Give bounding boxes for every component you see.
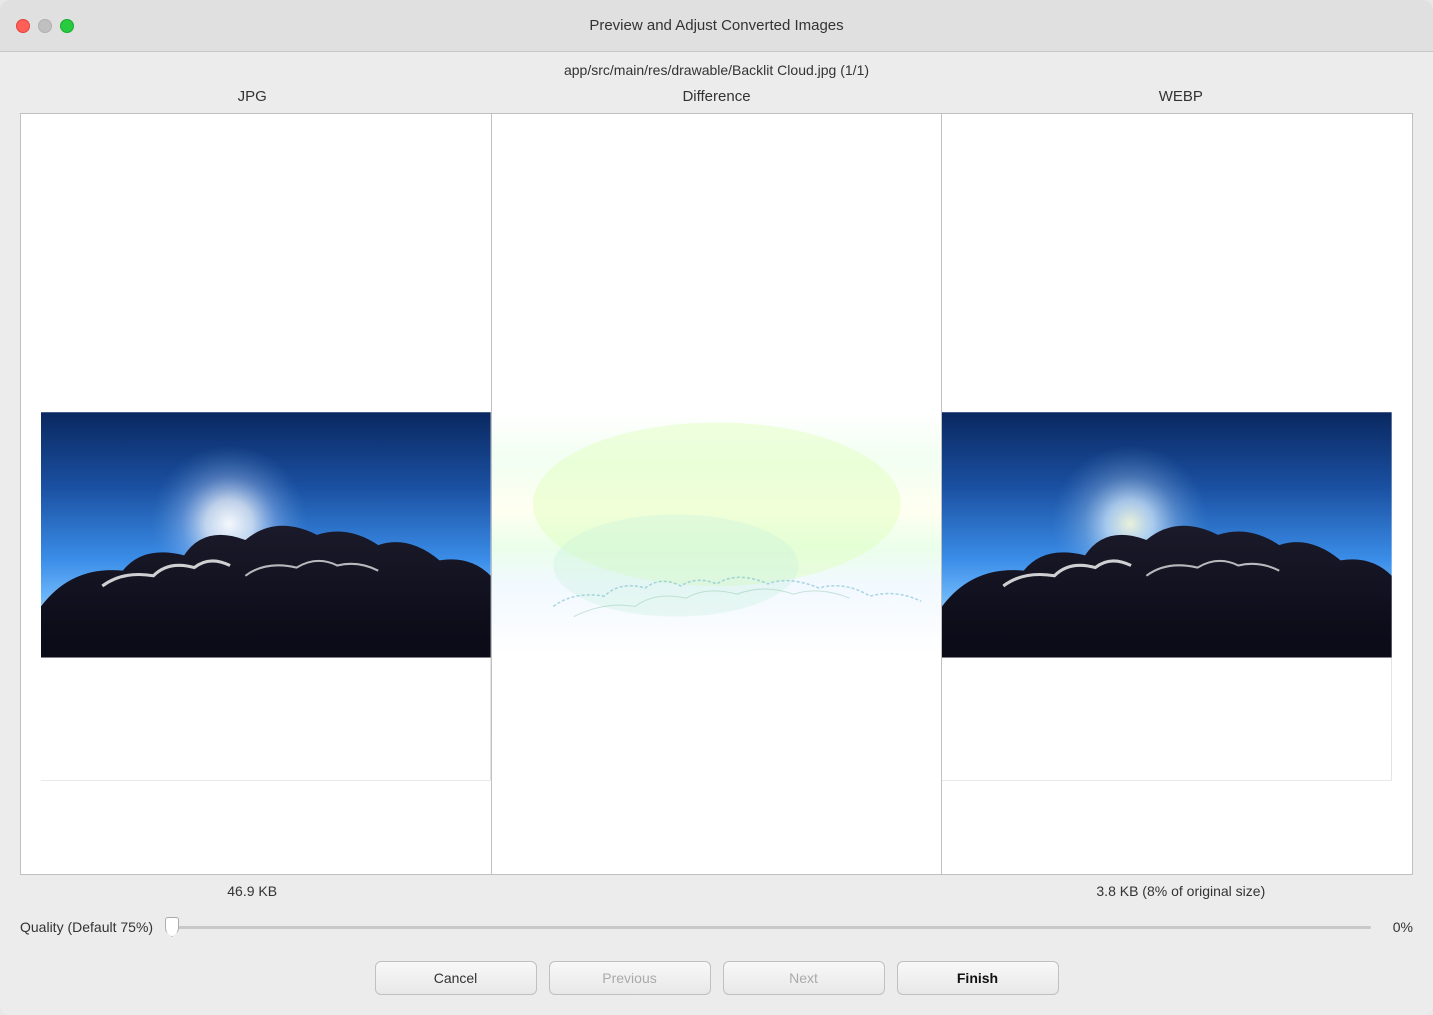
- quality-percent: 0%: [1383, 919, 1413, 935]
- preview-area: [20, 113, 1413, 875]
- quality-row: Quality (Default 75%) 0%: [0, 907, 1433, 951]
- main-window: Preview and Adjust Converted Images app/…: [0, 0, 1433, 1015]
- jpg-image: [41, 114, 491, 874]
- difference-column-header: Difference: [484, 84, 948, 109]
- finish-button[interactable]: Finish: [897, 961, 1059, 995]
- webp-column-header: WEBP: [949, 84, 1413, 109]
- webp-image: [942, 114, 1392, 874]
- button-row: Cancel Previous Next Finish: [0, 951, 1433, 1015]
- webp-preview-panel: [941, 114, 1392, 874]
- next-button[interactable]: Next: [723, 961, 885, 995]
- quality-label: Quality (Default 75%): [20, 919, 153, 935]
- jpg-file-size: 46.9 KB: [20, 883, 484, 899]
- traffic-lights: [16, 19, 74, 33]
- minimize-button[interactable]: [38, 19, 52, 33]
- file-path: app/src/main/res/drawable/Backlit Cloud.…: [0, 52, 1433, 84]
- difference-image: [492, 114, 942, 874]
- quality-slider[interactable]: [165, 926, 1371, 929]
- maximize-button[interactable]: [60, 19, 74, 33]
- difference-preview-panel: [491, 114, 942, 874]
- quality-slider-container: [165, 913, 1371, 941]
- file-size-row: 46.9 KB 3.8 KB (8% of original size): [0, 875, 1433, 907]
- title-bar: Preview and Adjust Converted Images: [0, 0, 1433, 52]
- jpg-preview-panel: [41, 114, 491, 874]
- window-title: Preview and Adjust Converted Images: [589, 17, 843, 34]
- cancel-button[interactable]: Cancel: [375, 961, 537, 995]
- webp-file-size: 3.8 KB (8% of original size): [949, 883, 1413, 899]
- jpg-column-header: JPG: [20, 84, 484, 109]
- close-button[interactable]: [16, 19, 30, 33]
- previous-button[interactable]: Previous: [549, 961, 711, 995]
- column-headers: JPG Difference WEBP: [0, 84, 1433, 109]
